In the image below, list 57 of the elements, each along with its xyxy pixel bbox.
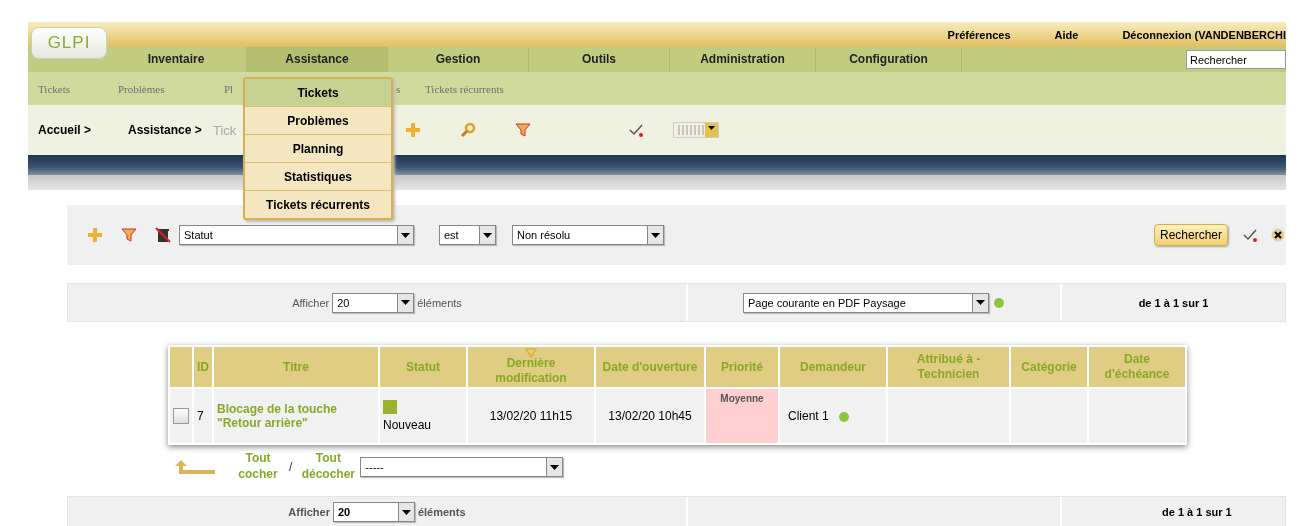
page-range: de 1 à 1 sur 1: [1162, 506, 1232, 518]
menu-item[interactable]: Tickets récurrents: [245, 191, 391, 218]
user-icon[interactable]: [838, 410, 849, 423]
close-icon[interactable]: [1270, 227, 1284, 243]
caret-icon: [550, 464, 560, 470]
label: Afficher: [288, 506, 330, 518]
value-select[interactable]: Non résolu: [512, 225, 664, 245]
breadcrumb-link[interactable]: Assistance >: [128, 123, 202, 137]
submenu-link[interactable]: Tickets: [38, 82, 70, 95]
header-link[interactable]: Préférences: [947, 28, 1011, 41]
columns-icon[interactable]: [673, 122, 719, 138]
check-icon[interactable]: [628, 122, 644, 138]
submenu-link[interactable]: Tickets récurrents: [425, 82, 504, 95]
breadcrumb-link[interactable]: Accueil >: [38, 123, 92, 137]
label: éléments: [417, 506, 466, 518]
page-size-select[interactable]: 20: [332, 292, 415, 313]
status-icon: [383, 400, 397, 414]
funnel-icon[interactable]: [121, 227, 137, 243]
return-arrow-icon: [173, 457, 217, 477]
submenu-link[interactable]: s: [396, 82, 401, 95]
id-cell-text: 7: [197, 409, 204, 423]
submenu-link[interactable]: Pl: [224, 82, 234, 95]
menu-item[interactable]: Planning: [245, 135, 391, 163]
menu-tab[interactable]: Assistance: [247, 47, 388, 72]
search-button[interactable]: Rechercher: [1153, 224, 1228, 246]
header-link[interactable]: Déconnexion (VANDENBERCHI: [1122, 28, 1286, 41]
search-field[interactable]: Rechercher: [1186, 50, 1286, 69]
caret-icon: [401, 232, 410, 238]
label: éléments: [417, 296, 462, 309]
search-icon[interactable]: [460, 122, 476, 138]
action-select[interactable]: -----: [360, 457, 564, 477]
export-select[interactable]: Page courante en PDF Paysage: [743, 292, 989, 313]
submenu-link[interactable]: Problèmes: [118, 82, 165, 95]
funnel-icon[interactable]: [515, 122, 531, 138]
caret-icon: [401, 300, 411, 305]
date-text: 13/02/20 10h45: [608, 409, 692, 423]
label: Afficher: [292, 296, 330, 309]
operator-select[interactable]: est: [439, 225, 496, 245]
requester-text: Client 1: [788, 409, 829, 423]
criteria-select[interactable]: Statut: [179, 225, 414, 245]
menu-item[interactable]: Tickets: [245, 79, 391, 107]
menu-item[interactable]: Statistiques: [245, 163, 391, 191]
row-checkbox[interactable]: [173, 408, 189, 424]
caret-icon: [483, 232, 492, 238]
date-text: 13/02/20 11h15: [489, 409, 573, 423]
trash-icon[interactable]: [155, 227, 171, 243]
page-size-select[interactable]: 20: [332, 502, 415, 522]
check-icon[interactable]: [1242, 227, 1258, 243]
separator-text: /: [289, 460, 293, 474]
page-range: de 1 à 1 sur 1: [1138, 296, 1209, 309]
caret-icon: [401, 509, 411, 515]
caret-icon: [651, 232, 660, 238]
status-text: Nouveau: [383, 418, 432, 432]
caret-icon: [976, 300, 985, 305]
header-link[interactable]: Aide: [1054, 28, 1079, 41]
menu-item[interactable]: Problèmes: [245, 107, 391, 135]
priority-cell: Moyenne: [706, 389, 778, 443]
